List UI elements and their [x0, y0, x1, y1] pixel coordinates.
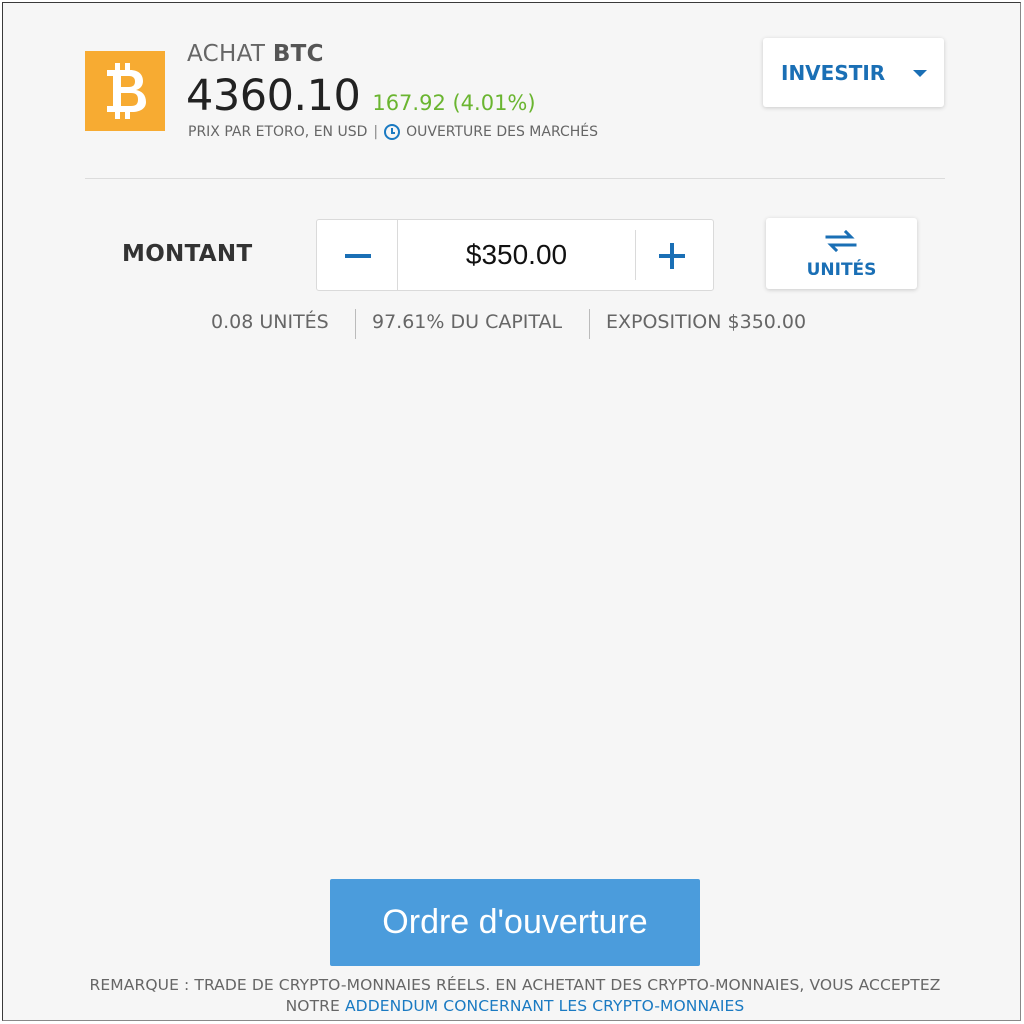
market-status: OUVERTURE DES MARCHÉS — [406, 124, 599, 140]
price-row: 4360.10 167.92 (4.01%) — [186, 71, 536, 121]
decrease-amount-button[interactable] — [317, 220, 397, 290]
bitcoin-icon — [85, 51, 165, 131]
investir-label: INVESTIR — [781, 60, 886, 85]
trade-panel: ACHAT BTC 4360.10 167.92 (4.01%) PRIX PA… — [2, 2, 1021, 1021]
stat-separator — [355, 309, 356, 339]
capital-stat: 97.61% DU CAPITAL — [372, 311, 563, 333]
crypto-addendum-link[interactable]: ADDENDUM CONCERNANT LES CRYPTO-MONNAIES — [345, 997, 744, 1015]
info-separator: | — [373, 124, 379, 140]
caret-down-icon — [913, 70, 927, 77]
current-price: 4360.10 — [186, 71, 361, 121]
open-order-button[interactable]: Ordre d'ouverture — [330, 879, 700, 966]
instrument-symbol: BTC — [272, 41, 324, 67]
price-info: PRIX PAR ETORO, EN USD | OUVERTURE DES M… — [188, 124, 598, 140]
disclaimer-prefix: NOTRE — [285, 997, 340, 1015]
trade-stats: 0.08 UNITÉS 97.61% DU CAPITAL EXPOSITION… — [3, 309, 1024, 339]
minus-icon — [345, 254, 371, 258]
disclaimer: REMARQUE : TRADE DE CRYPTO-MONNAIES RÉEL… — [3, 975, 1024, 1017]
disclaimer-line-2: NOTRE ADDENDUM CONCERNANT LES CRYPTO-MON… — [3, 996, 1024, 1017]
swap-arrows-icon — [825, 230, 857, 252]
exposure-stat: EXPOSITION $350.00 — [606, 311, 807, 333]
amount-stepper: $350.00 — [316, 219, 714, 291]
toggle-units-button[interactable]: UNITÉS — [766, 218, 917, 289]
amount-label: MONTANT — [122, 241, 253, 267]
trade-title: ACHAT BTC — [187, 41, 324, 67]
price-source: PRIX PAR ETORO, EN USD — [188, 124, 368, 140]
investir-dropdown[interactable]: INVESTIR — [763, 38, 944, 107]
amount-input[interactable]: $350.00 — [398, 220, 635, 290]
header-divider — [85, 178, 945, 179]
toggle-units-label: UNITÉS — [806, 260, 877, 280]
disclaimer-line-1: REMARQUE : TRADE DE CRYPTO-MONNAIES RÉEL… — [89, 976, 941, 994]
units-stat: 0.08 UNITÉS — [211, 311, 329, 333]
increase-amount-button[interactable] — [636, 220, 714, 290]
price-change: 167.92 (4.01%) — [372, 91, 536, 115]
trade-action: ACHAT — [187, 41, 266, 67]
stat-separator — [589, 309, 590, 339]
clock-icon — [384, 124, 401, 140]
